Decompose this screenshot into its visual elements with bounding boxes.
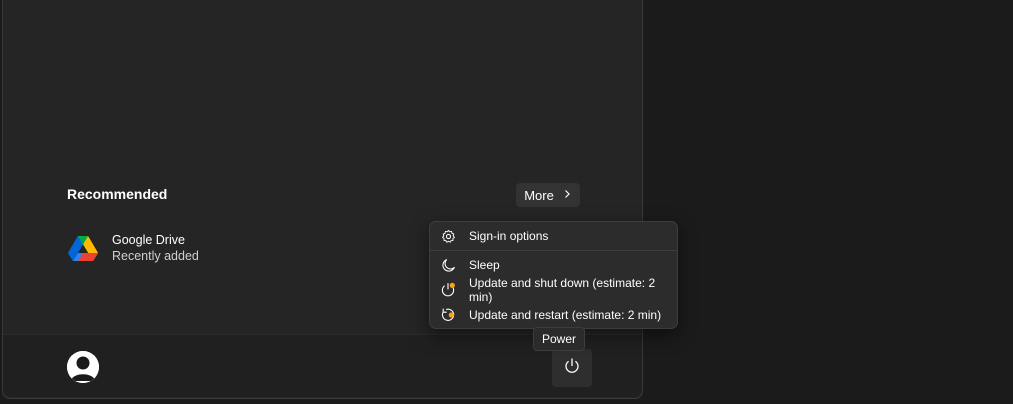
update-shutdown-icon — [440, 282, 456, 298]
recommended-item-google-drive[interactable]: Google Drive Recently added — [67, 230, 267, 266]
menu-item-update-restart[interactable]: Update and restart (estimate: 2 min) — [434, 303, 673, 327]
recommended-heading: Recommended — [67, 186, 168, 202]
menu-item-label: Sign-in options — [469, 229, 549, 243]
menu-separator — [430, 250, 677, 251]
chevron-right-icon — [562, 188, 572, 202]
menu-item-update-shut-down[interactable]: Update and shut down (estimate: 2 min) — [434, 276, 673, 304]
power-button[interactable] — [552, 349, 592, 387]
power-flyout-menu: Sign-in options Sleep Update and shut do… — [429, 221, 678, 329]
menu-item-sleep[interactable]: Sleep — [434, 253, 673, 277]
more-button-label: More — [524, 187, 554, 203]
moon-icon — [440, 257, 456, 273]
user-avatar-icon[interactable] — [67, 351, 99, 383]
google-drive-icon — [67, 232, 99, 264]
desktop: Recommended More Google Drive Recently a… — [0, 0, 1013, 404]
menu-item-label: Update and restart (estimate: 2 min) — [469, 308, 662, 322]
recommended-item-name: Google Drive — [112, 233, 185, 247]
menu-item-label: Update and shut down (estimate: 2 min) — [469, 276, 656, 304]
more-button[interactable]: More — [516, 183, 580, 207]
recommended-item-subtitle: Recently added — [112, 249, 199, 263]
menu-item-label: Sleep — [469, 258, 500, 272]
power-tooltip: Power — [533, 327, 586, 351]
power-icon — [563, 357, 581, 380]
gear-icon — [440, 228, 456, 244]
update-restart-icon — [440, 307, 456, 323]
menu-item-sign-in-options[interactable]: Sign-in options — [434, 224, 673, 248]
